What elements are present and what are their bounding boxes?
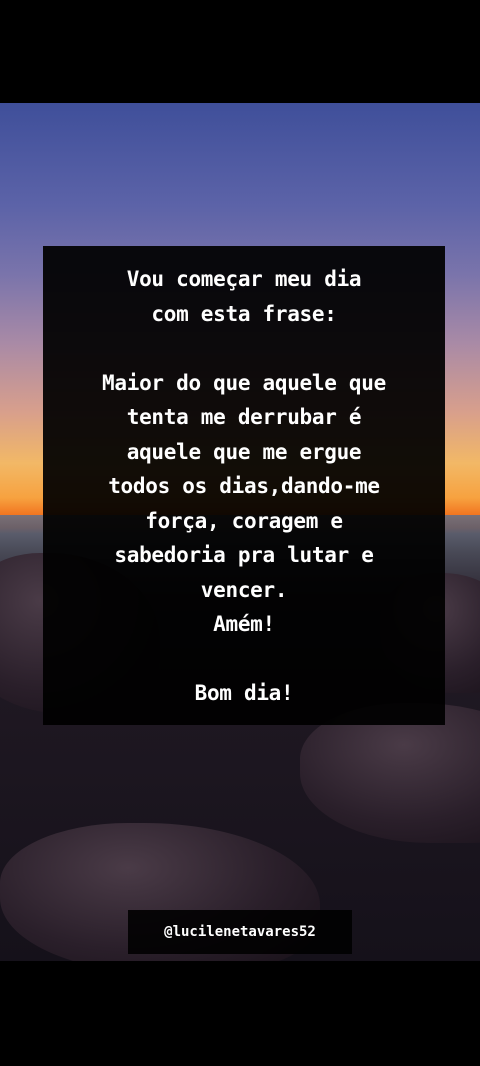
quote-body-line: força, coragem e <box>145 508 343 533</box>
quote-body-line: sabedoria pra lutar e <box>114 543 374 567</box>
quote-body-line: Maior do que aquele que <box>102 370 386 395</box>
quote-body-line: tenta me derrubar é <box>126 405 362 429</box>
quote-spacer <box>43 331 445 366</box>
quote-spacer <box>43 642 445 677</box>
quote-body-line: todos os dias,dando-me <box>108 474 380 498</box>
quote-box: Vou começar meu dia com esta frase: Maio… <box>43 246 445 725</box>
story-view: Vou começar meu dia com esta frase: Maio… <box>0 0 480 1066</box>
quote-intro-line: com esta frase: <box>151 301 337 326</box>
quote-intro-line: Vou começar meu dia <box>126 267 362 291</box>
quote-body-line: Amém! <box>213 612 275 636</box>
quote-closing: Bom dia! <box>194 681 294 705</box>
author-handle-watermark[interactable]: @lucilenetavares52 <box>128 910 352 954</box>
quote-body-line: aquele que me ergue <box>126 439 362 464</box>
quote-body-line: vencer. <box>200 577 288 602</box>
